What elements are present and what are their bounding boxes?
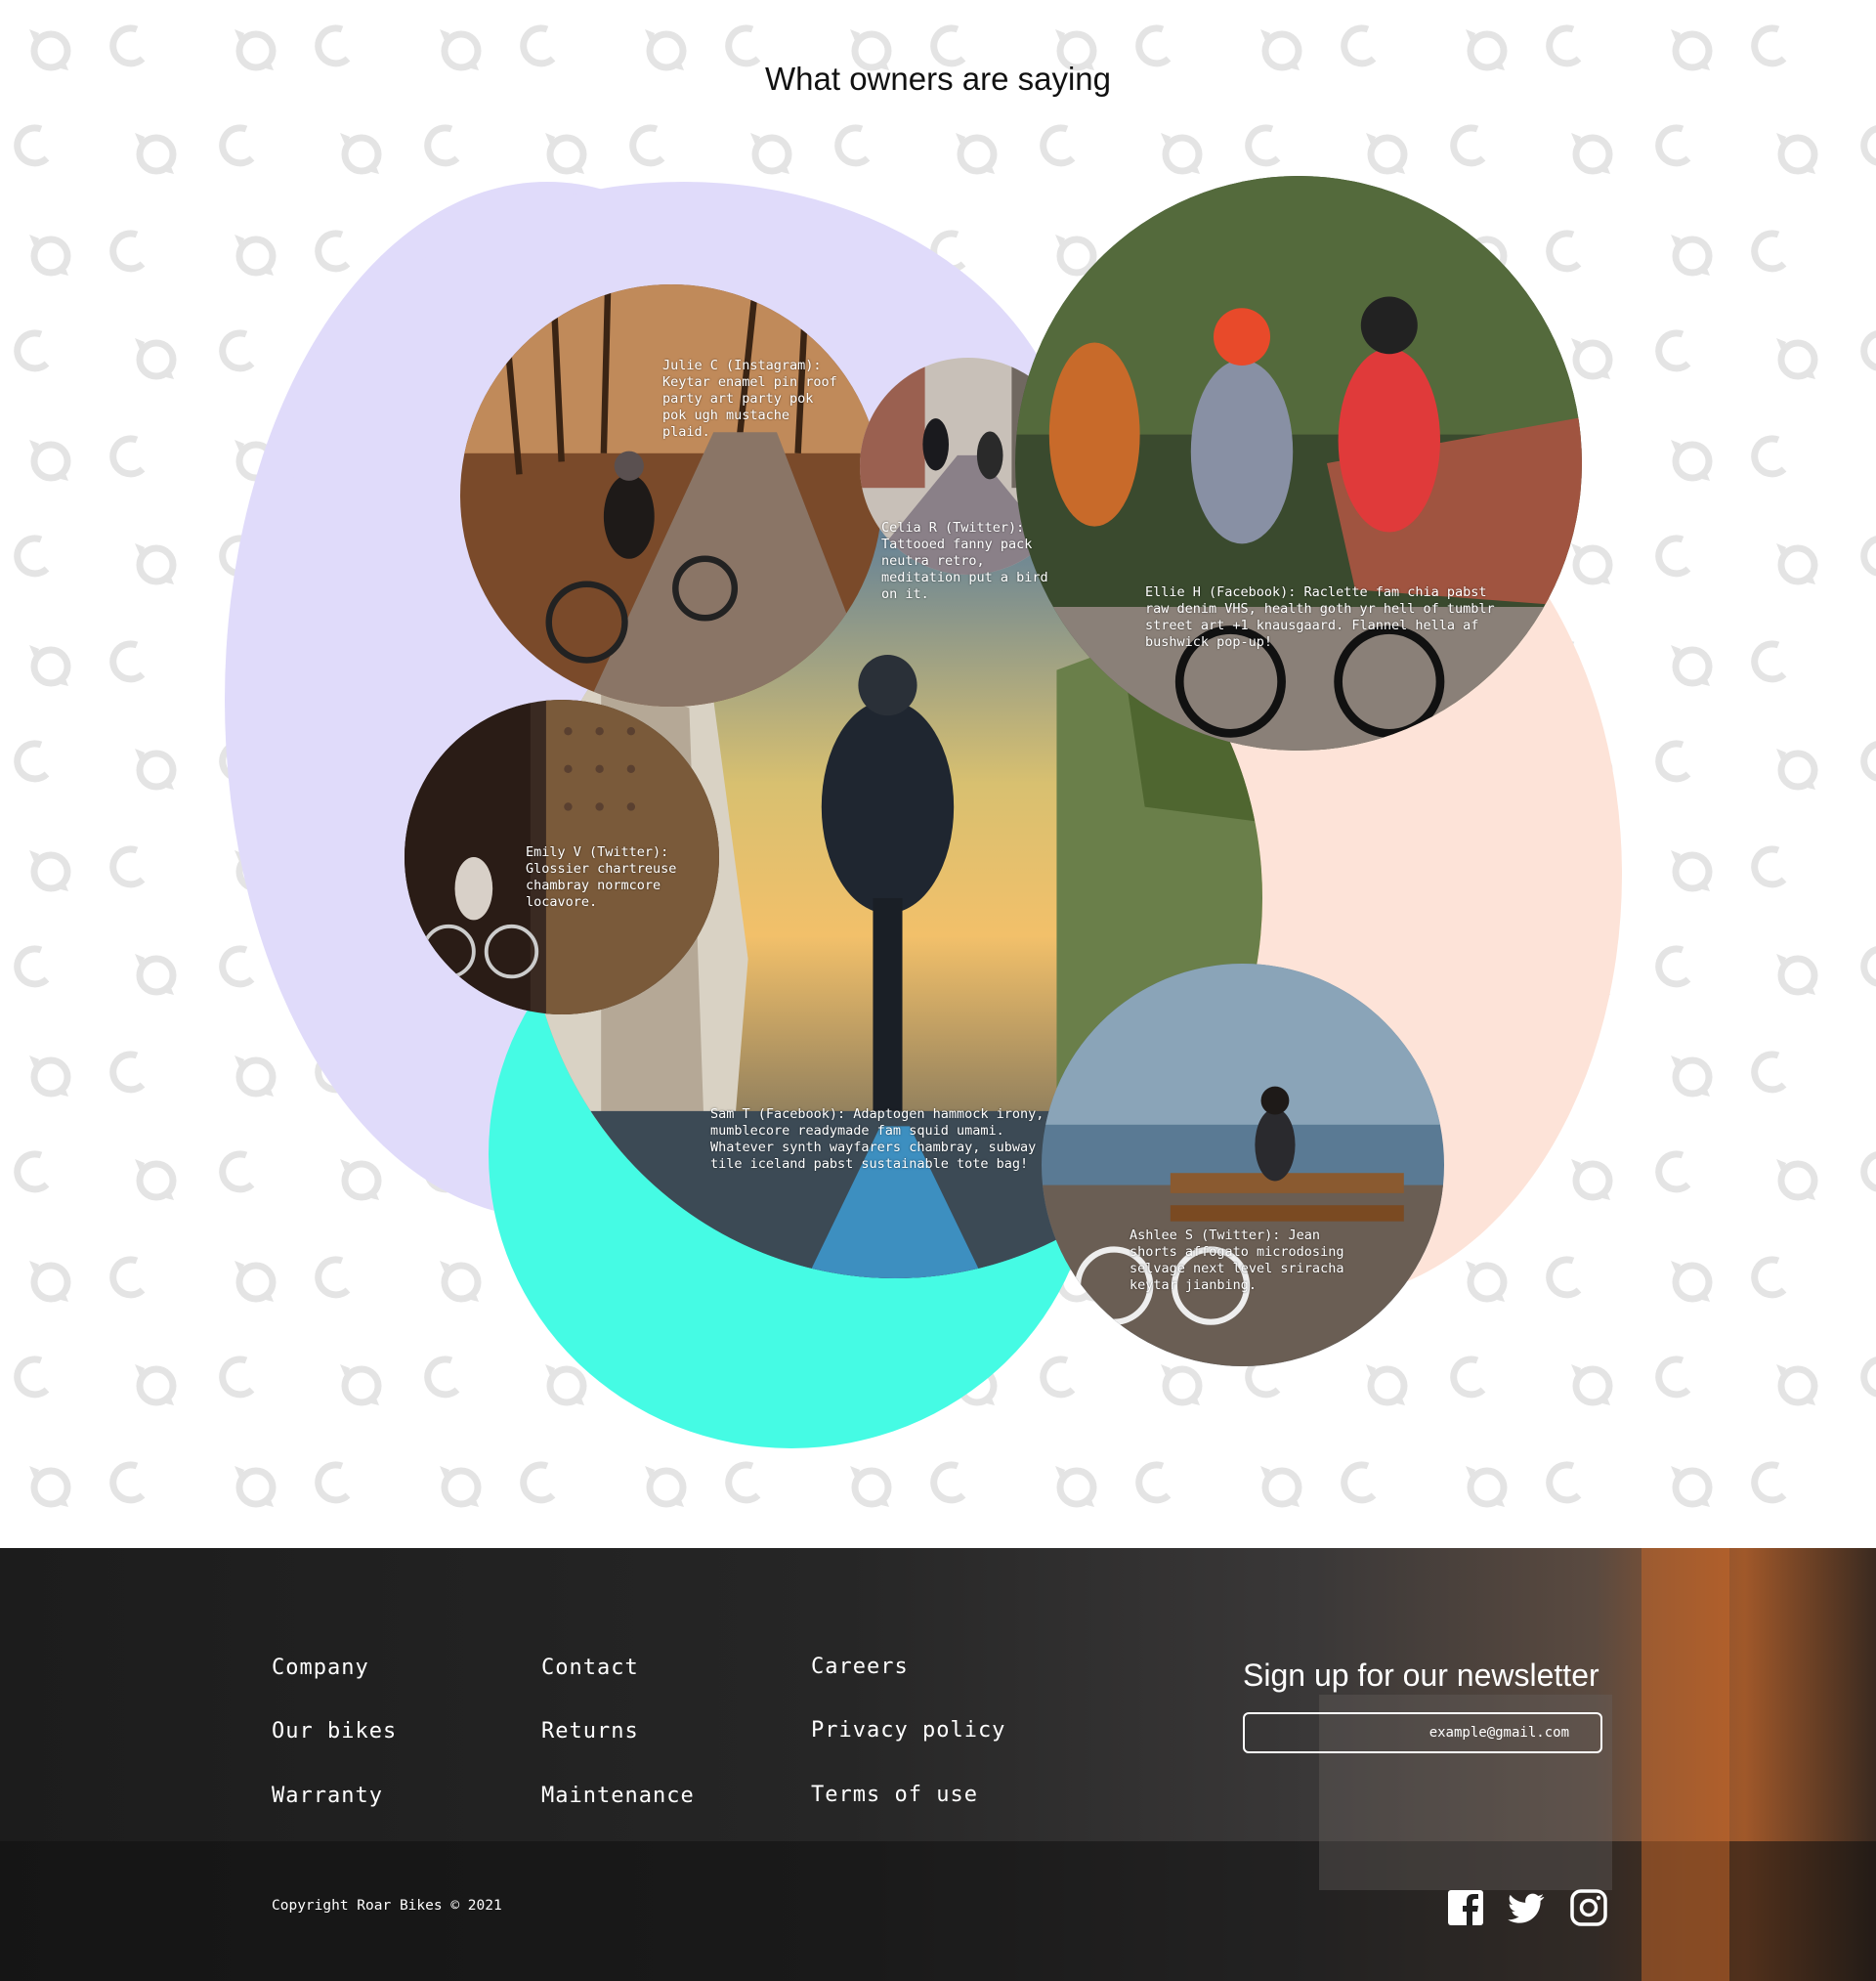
testimonial-ellie: Ellie H (Facebook): Raclette fam chia pa…	[1145, 584, 1495, 650]
newsletter-title: Sign up for our newsletter	[1243, 1658, 1599, 1693]
footer-link-company[interactable]: Company	[272, 1656, 369, 1680]
testimonial-celia: Celia R (Twitter): Tattooed fanny pack n…	[881, 520, 1048, 602]
testimonial-julie: Julie C (Instagram): Keytar enamel pin r…	[662, 358, 837, 440]
footer-link-careers[interactable]: Careers	[811, 1655, 909, 1679]
copyright-text: Copyright Roar Bikes © 2021	[272, 1898, 502, 1914]
footer-link-warranty[interactable]: Warranty	[272, 1784, 383, 1808]
footer-link-privacy-policy[interactable]: Privacy policy	[811, 1718, 1005, 1743]
testimonial-sam: Sam T (Facebook): Adaptogen hammock iron…	[710, 1106, 1045, 1172]
testimonial-emily: Emily V (Twitter): Glossier chartreuse c…	[526, 844, 677, 910]
footer-link-maintenance[interactable]: Maintenance	[541, 1784, 695, 1808]
testimonial-ashlee: Ashlee S (Twitter): Jean shorts affogato…	[1130, 1227, 1344, 1293]
bench-sea-image	[1042, 964, 1444, 1366]
newsletter-email-input[interactable]	[1243, 1712, 1602, 1753]
footer-link-terms-of-use[interactable]: Terms of use	[811, 1783, 978, 1807]
footer-link-contact[interactable]: Contact	[541, 1656, 639, 1680]
section-title: What owners are saying	[765, 61, 1111, 97]
footer: Company Our bikes Warranty Contact Retur…	[0, 1548, 1876, 1981]
group-riders-image	[1015, 176, 1582, 751]
autumn-road-image	[460, 284, 882, 707]
facebook-icon[interactable]	[1446, 1888, 1485, 1927]
photo-ashlee	[1042, 964, 1444, 1366]
photo-julie	[460, 284, 882, 707]
twitter-icon[interactable]	[1507, 1888, 1546, 1927]
photo-ellie	[1015, 176, 1582, 751]
instagram-icon[interactable]	[1569, 1888, 1608, 1927]
footer-link-returns[interactable]: Returns	[541, 1719, 639, 1744]
footer-link-our-bikes[interactable]: Our bikes	[272, 1719, 397, 1744]
